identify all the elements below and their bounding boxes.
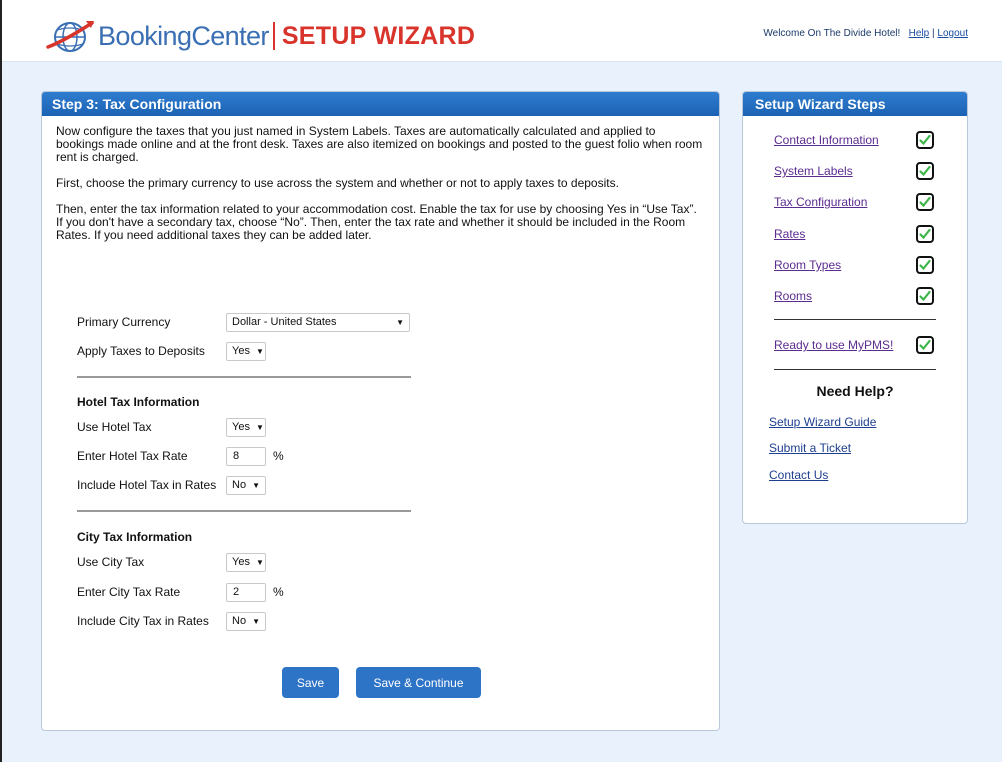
caret-down-icon: ▼: [396, 317, 404, 327]
step-link[interactable]: Rooms: [774, 289, 812, 303]
step-link[interactable]: Rates: [774, 227, 805, 241]
field-label: Enter Hotel Tax Rate: [77, 449, 188, 463]
use-hotel-tax-select[interactable]: Yes ▼: [226, 417, 266, 437]
caret-down-icon: ▼: [252, 616, 260, 626]
select-value: Yes: [232, 556, 250, 568]
check-icon: [916, 287, 934, 305]
logo[interactable]: BookingCenter SETUP WIZARD: [46, 16, 475, 56]
include-city-tax-row: Include City Tax in Rates No ▼: [77, 611, 266, 631]
hotel-tax-rate-row: Enter Hotel Tax Rate 8 %: [77, 446, 284, 466]
step-room-types: Room Types: [774, 255, 934, 275]
step-system-labels: System Labels: [774, 161, 934, 181]
wizard-title: SETUP WIZARD: [281, 21, 476, 50]
caret-down-icon: ▼: [255, 422, 264, 432]
save-button[interactable]: Save: [282, 667, 339, 698]
user-links: Welcome On The Divide Hotel! Help | Logo…: [763, 28, 968, 39]
step-link[interactable]: Tax Configuration: [774, 195, 867, 209]
field-label: Include Hotel Tax in Rates: [77, 478, 217, 492]
check-icon: [916, 336, 934, 354]
step-contact-information: Contact Information: [774, 130, 934, 150]
check-icon: [916, 131, 934, 149]
hotel-tax-rate-input[interactable]: 8: [226, 446, 266, 466]
percent-unit: %: [273, 449, 284, 463]
field-label: Enter City Tax Rate: [77, 585, 181, 599]
submit-ticket-link[interactable]: Submit a Ticket: [769, 441, 851, 455]
section-divider: [77, 376, 411, 378]
globe-swoosh-icon: [46, 21, 94, 52]
city-tax-rate-input[interactable]: 2: [226, 582, 266, 602]
caret-down-icon: ▼: [255, 346, 264, 356]
check-icon: [916, 256, 934, 274]
use-city-tax-row: Use City Tax Yes ▼: [77, 552, 266, 572]
percent-unit: %: [273, 585, 284, 599]
help-link[interactable]: Help: [909, 28, 930, 39]
step-rates: Rates: [774, 224, 934, 244]
hotel-tax-title: Hotel Tax Information: [77, 395, 200, 409]
link-separator: |: [932, 28, 935, 39]
sidebar-heading: Setup Wizard Steps: [743, 92, 967, 116]
apply-taxes-deposits-select[interactable]: Yes ▼: [226, 341, 266, 361]
welcome-text: Welcome On The Divide Hotel!: [763, 28, 901, 39]
include-hotel-tax-select[interactable]: No ▼: [226, 475, 266, 495]
step-link[interactable]: Ready to use MyPMS!: [774, 338, 893, 352]
step-ready: Ready to use MyPMS!: [774, 335, 934, 355]
field-label: Use Hotel Tax: [77, 420, 152, 434]
check-icon: [916, 193, 934, 211]
section-divider: [77, 510, 411, 512]
intro-paragraph: First, choose the primary currency to us…: [56, 176, 619, 190]
field-label: Include City Tax in Rates: [77, 614, 209, 628]
check-icon: [916, 225, 934, 243]
city-tax-title: City Tax Information: [77, 530, 193, 544]
step-link[interactable]: Contact Information: [774, 133, 879, 147]
logo-separator: [272, 22, 275, 50]
intro-text: Now configure the taxes that you just na…: [56, 125, 706, 255]
setup-wizard-guide-link[interactable]: Setup Wizard Guide: [769, 415, 876, 429]
field-label: Use City Tax: [77, 555, 145, 569]
wizard-steps-panel: Setup Wizard Steps Contact Information S…: [742, 91, 968, 524]
step-link[interactable]: System Labels: [774, 164, 853, 178]
select-value: No: [232, 479, 247, 491]
intro-paragraph: Now configure the taxes that you just na…: [56, 124, 703, 164]
select-value: Yes: [232, 345, 250, 357]
caret-down-icon: ▼: [252, 480, 260, 490]
select-value: Yes: [232, 421, 250, 433]
include-hotel-tax-row: Include Hotel Tax in Rates No ▼: [77, 475, 266, 495]
use-city-tax-select[interactable]: Yes ▼: [226, 552, 266, 572]
use-hotel-tax-row: Use Hotel Tax Yes ▼: [77, 417, 266, 437]
step-link[interactable]: Room Types: [774, 258, 841, 272]
caret-down-icon: ▼: [255, 557, 264, 567]
apply-taxes-deposits-row: Apply Taxes to Deposits Yes ▼: [77, 341, 266, 361]
logout-link[interactable]: Logout: [937, 28, 968, 39]
contact-us-link[interactable]: Contact Us: [769, 468, 828, 482]
step-tax-configuration: Tax Configuration: [774, 192, 934, 212]
primary-currency-row: Primary Currency Dollar - United States …: [77, 312, 410, 332]
select-value: Dollar - United States: [232, 316, 337, 328]
field-label: Primary Currency: [77, 315, 171, 329]
select-value: No: [232, 615, 247, 627]
step-rooms: Rooms: [774, 286, 934, 306]
header: BookingCenter SETUP WIZARD Welcome On Th…: [2, 0, 1002, 62]
save-continue-button[interactable]: Save & Continue: [356, 667, 481, 698]
tax-configuration-panel: Step 3: Tax Configuration Now configure …: [41, 91, 720, 731]
city-tax-rate-row: Enter City Tax Rate 2 %: [77, 582, 284, 602]
panel-heading: Step 3: Tax Configuration: [42, 92, 719, 116]
check-icon: [916, 162, 934, 180]
include-city-tax-select[interactable]: No ▼: [226, 611, 266, 631]
brand-name: BookingCenter: [98, 20, 269, 51]
field-label: Apply Taxes to Deposits: [77, 344, 205, 358]
intro-paragraph: Then, enter the tax information related …: [56, 202, 697, 242]
sidebar-divider: [774, 369, 936, 370]
sidebar-divider: [774, 319, 936, 320]
need-help-heading: Need Help?: [816, 383, 894, 399]
primary-currency-select[interactable]: Dollar - United States ▼: [226, 312, 410, 332]
